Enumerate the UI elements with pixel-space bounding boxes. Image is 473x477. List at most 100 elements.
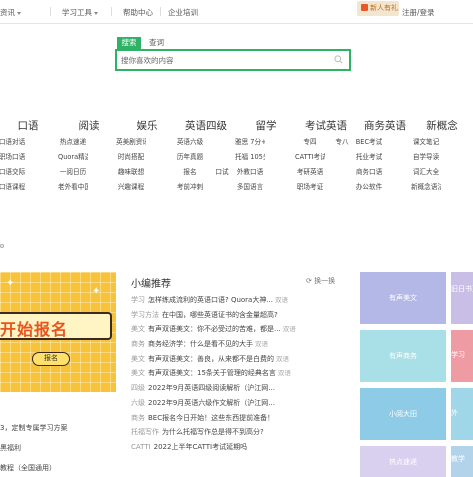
category-link[interactable] [327, 167, 357, 177]
banner-signup-button[interactable]: 报名 [32, 352, 70, 366]
tile-audio-business[interactable]: 有声商务 [360, 330, 446, 382]
list-item[interactable]: 商务 商务经济学：什么是看不见的大手 双语 [131, 337, 351, 352]
category-link[interactable] [148, 182, 178, 192]
category-link[interactable]: 专八 [327, 137, 357, 147]
category-link[interactable] [207, 137, 237, 147]
left-link[interactable]: 黑福利 [0, 438, 116, 458]
category-link[interactable]: 考前冲刺 [175, 182, 205, 192]
category-link[interactable] [267, 137, 297, 147]
category-link[interactable] [443, 152, 473, 162]
side-tile[interactable]: 旧日书页 [451, 272, 473, 324]
list-item[interactable]: 美文 有声双语美文：你不必受过的苦难，都是... 双语 [131, 322, 351, 337]
category-title[interactable]: 新概念 [411, 118, 473, 132]
list-item[interactable]: 美文 有声双语美文：15条关于管理的经典名言 双语 [131, 366, 351, 381]
category-link[interactable] [267, 182, 297, 192]
tile-reading[interactable]: 小阅大田 [360, 388, 446, 440]
category-link[interactable]: 外教口语 [235, 167, 265, 177]
list-item[interactable]: 六级 2022年9月英语六级作文解析（沪江网... [131, 396, 351, 411]
category-link[interactable]: 商务口语 [354, 167, 384, 177]
category-link[interactable]: 一阅日历 [58, 167, 88, 177]
category-title[interactable]: 英语四级 [175, 118, 237, 132]
category-link[interactable]: 新概念语法 [411, 182, 441, 192]
category-link[interactable] [29, 167, 59, 177]
category-title[interactable]: 留学 [235, 118, 297, 132]
category-link[interactable] [207, 152, 237, 162]
list-item[interactable]: 托福写作 为什么托福写作总是得不到高分? [131, 425, 351, 440]
category-link[interactable]: CATTI考试 [295, 152, 325, 162]
search-icon[interactable] [334, 55, 343, 64]
category-link[interactable]: Quora精选 [58, 152, 88, 162]
category-link[interactable]: 口语交际 [0, 167, 27, 177]
refresh-button[interactable]: ⟳ 换一换 [306, 276, 335, 286]
category-link[interactable] [29, 152, 59, 162]
category-link[interactable]: 趣味联想 [116, 167, 146, 177]
promo-banner[interactable]: ✦ ✦ 开始报名 报名 [0, 272, 116, 392]
category-link[interactable]: 职场考证 [295, 182, 325, 192]
list-item[interactable]: 四级 2022年9月英语四级阅读解析（沪江网... [131, 381, 351, 396]
register-login-link[interactable]: 注册/登录 [402, 7, 435, 18]
new-user-gift-button[interactable]: 新人有礼 [357, 1, 399, 16]
list-item[interactable]: 美文 有声双语美文：善良，从来都不是白费的 双语 [131, 352, 351, 367]
category-link[interactable]: 兴趣课程 [116, 182, 146, 192]
category-link[interactable]: 职场口语 [0, 152, 27, 162]
category-link[interactable] [327, 182, 357, 192]
side-tile[interactable]: 教学 [451, 446, 473, 477]
category-link[interactable] [148, 137, 178, 147]
category-title[interactable]: 商务英语 [354, 118, 416, 132]
left-link[interactable]: 3，定制专属学习方案 [0, 418, 116, 438]
nav-learning-tools[interactable]: 学习工具 [62, 7, 98, 18]
side-tile[interactable]: 外 [451, 388, 473, 440]
category-link[interactable]: 英语六级 [175, 137, 205, 147]
category-title[interactable]: 娱乐 [116, 118, 178, 132]
category-link[interactable] [267, 167, 297, 177]
category-link[interactable]: 英美剧资讯 [116, 137, 146, 147]
category-link[interactable]: 托业考试 [354, 152, 384, 162]
category-title[interactable]: 考试英语 [295, 118, 357, 132]
category-link[interactable]: 老外看中国 [58, 182, 88, 192]
category-title[interactable]: 口语 [0, 118, 59, 132]
tile-hot-news[interactable]: 热点速递 [360, 446, 446, 477]
list-item[interactable]: CATTI 2022上半年CATTI考试延期吗 [131, 440, 351, 455]
left-link[interactable]: 教程（全国通用） [0, 458, 116, 477]
category-link[interactable] [29, 182, 59, 192]
nav-enterprise-training[interactable]: 企业培训 [168, 7, 198, 18]
list-item[interactable]: 学习方法 在中国，哪些英语证书的含金量超高? [131, 308, 351, 323]
category-title[interactable]: 阅读 [58, 118, 120, 132]
category-link[interactable]: 历年真题 [175, 152, 205, 162]
category-link[interactable]: 热点速递 [58, 137, 88, 147]
category-link[interactable]: 时尚搭配 [116, 152, 146, 162]
category-link[interactable]: 专四 [295, 137, 325, 147]
category-link[interactable] [327, 152, 357, 162]
category-link[interactable] [207, 182, 237, 192]
nav-help-center[interactable]: 帮助中心 [123, 7, 153, 18]
category-link[interactable]: 口语课程 [0, 182, 27, 192]
category-link[interactable]: 自学导读 [411, 152, 441, 162]
category-link[interactable] [443, 167, 473, 177]
nav-news[interactable]: 资讯 [0, 7, 21, 18]
category-link[interactable]: 课文笔记 [411, 137, 441, 147]
category-link[interactable] [29, 137, 59, 147]
tab-search[interactable]: 搜索 [117, 37, 141, 49]
category-link[interactable]: 办公软件 [354, 182, 384, 192]
tab-dictionary[interactable]: 查词 [149, 37, 171, 49]
search-input[interactable] [121, 53, 321, 67]
category-link[interactable]: 词汇大全 [411, 167, 441, 177]
list-item[interactable]: 学习 怎样练成流利的英语口语? Quora大神... 双语 [131, 293, 351, 308]
side-tile[interactable]: 学习 [451, 330, 473, 382]
category-link[interactable]: 托福 105分 [235, 152, 265, 162]
category-link[interactable]: 口试 [207, 167, 237, 177]
category-link[interactable] [443, 137, 473, 147]
category-link[interactable]: 多国语言 [235, 182, 265, 192]
category-link[interactable] [267, 152, 297, 162]
category-link[interactable] [443, 182, 473, 192]
category-link[interactable]: 报名 [175, 167, 205, 177]
category-link[interactable]: BEC考试 [354, 137, 384, 147]
category-link[interactable] [148, 152, 178, 162]
category-link[interactable]: 雅思 7分+ [235, 137, 265, 147]
tile-audio-essays[interactable]: 有声美文 [360, 272, 446, 324]
carousel-dot[interactable] [0, 244, 4, 248]
category-link[interactable] [148, 167, 178, 177]
category-link[interactable]: 考研英语 [295, 167, 325, 177]
category-link[interactable]: 口语对话 [0, 137, 27, 147]
list-item[interactable]: 商务 BEC报名今日开始！这些东西提前准备！ [131, 411, 351, 426]
